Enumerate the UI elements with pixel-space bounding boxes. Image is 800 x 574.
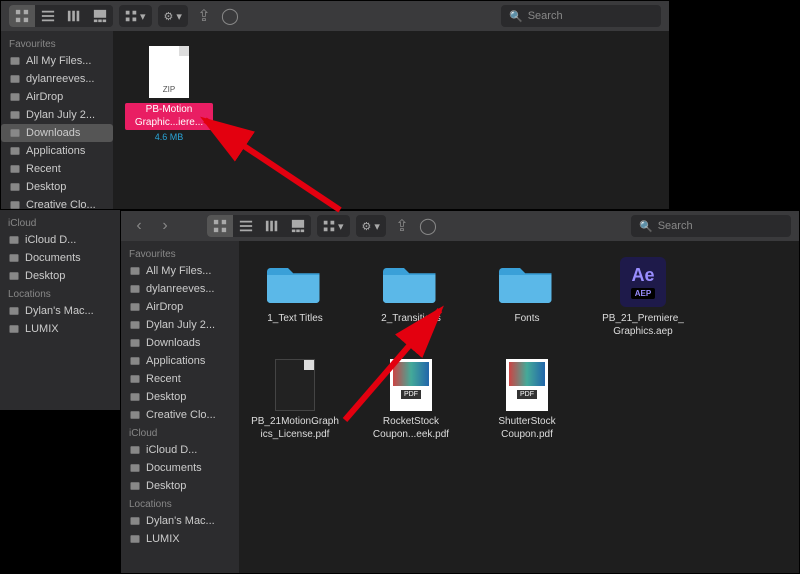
sidebar-item[interactable]: Documents [0, 249, 120, 267]
action-dropdown[interactable]: ⚙▾ [158, 5, 188, 27]
folder-item[interactable]: 1_Text Titles [251, 253, 339, 338]
list-view-button[interactable] [233, 215, 259, 237]
sidebar-item[interactable]: All My Files... [1, 52, 113, 70]
sidebar-item[interactable]: iCloud D... [121, 441, 239, 459]
sidebar-item[interactable]: LUMIX [0, 320, 120, 338]
column-view-button[interactable] [259, 215, 285, 237]
sidebar: FavouritesAll My Files...dylanreeves...A… [1, 31, 113, 209]
sidebar-item[interactable]: dylanreeves... [121, 280, 239, 298]
sidebar-item[interactable]: Desktop [0, 267, 120, 285]
sidebar-extra: iCloudiCloud D...DocumentsDesktopLocatio… [0, 210, 120, 410]
gallery-view-button[interactable] [285, 215, 311, 237]
sidebar-item[interactable]: Creative Clo... [121, 406, 239, 424]
forward-button[interactable]: › [155, 216, 175, 236]
sidebar-item[interactable]: Dylan's Mac... [0, 302, 120, 320]
file-label: 1_Text Titles [267, 313, 323, 326]
sidebar-item[interactable]: Recent [1, 160, 113, 178]
toolbar: ‹ › ▾ ⚙▾ ⇪ ◯ 🔍 Search [121, 211, 799, 241]
search-input[interactable]: 🔍 Search [501, 5, 661, 27]
sidebar-section-header: Locations [121, 495, 239, 512]
file-item[interactable]: AeAEPPB_21_Premiere_Graphics.aep [599, 253, 687, 338]
file-zip[interactable]: ZIP PB-Motion Graphic...iere... 4.6 MB [125, 43, 213, 142]
tags-button[interactable]: ◯ [418, 216, 438, 236]
sidebar-item[interactable]: Applications [1, 142, 113, 160]
file-label: ShutterStock Coupon.pdf [483, 416, 571, 441]
folder-item[interactable]: Fonts [483, 253, 571, 338]
sidebar-item[interactable]: LUMIX [121, 530, 239, 548]
finder-window-2: ‹ › ▾ ⚙▾ ⇪ ◯ 🔍 Search FavouritesAll My F… [120, 210, 800, 574]
sidebar: FavouritesAll My Files...dylanreeves...A… [121, 241, 239, 573]
gear-icon: ⚙ [362, 220, 372, 233]
sidebar-item[interactable]: AirDrop [1, 88, 113, 106]
sidebar-item[interactable]: Recent [121, 370, 239, 388]
sidebar-item[interactable]: Creative Clo... [1, 196, 113, 209]
share-button[interactable]: ⇪ [392, 216, 412, 236]
gear-icon: ⚙ [164, 10, 174, 23]
sidebar-item[interactable]: Desktop [1, 178, 113, 196]
sidebar-item[interactable]: Desktop [121, 388, 239, 406]
icon-view-button[interactable] [207, 215, 233, 237]
gallery-view-button[interactable] [87, 5, 113, 27]
search-icon: 🔍 [639, 220, 653, 233]
action-dropdown[interactable]: ⚙▾ [356, 215, 386, 237]
sidebar-item[interactable]: dylanreeves... [1, 70, 113, 88]
group-dropdown[interactable]: ▾ [119, 5, 152, 27]
finder-window-1: ▾ ⚙▾ ⇪ ◯ 🔍 Search FavouritesAll My Files… [0, 0, 670, 210]
list-view-button[interactable] [35, 5, 61, 27]
content-area: ZIP PB-Motion Graphic...iere... 4.6 MB [113, 31, 669, 209]
search-input[interactable]: 🔍 Search [631, 215, 791, 237]
tags-button[interactable]: ◯ [220, 6, 240, 26]
sidebar-section-header: Favourites [1, 35, 113, 52]
view-mode-segment[interactable] [207, 215, 311, 237]
sidebar-item[interactable]: iCloud D... [0, 231, 120, 249]
file-item[interactable]: PDFShutterStock Coupon.pdf [483, 356, 571, 441]
sidebar-section-header: iCloud [121, 424, 239, 441]
file-label: PB_21MotionGraphics_License.pdf [251, 416, 339, 441]
sidebar-item[interactable]: Dylan July 2... [121, 316, 239, 334]
group-dropdown[interactable]: ▾ [317, 215, 350, 237]
sidebar-section-header: Favourites [121, 245, 239, 262]
column-view-button[interactable] [61, 5, 87, 27]
sidebar-item[interactable]: Dylan July 2... [1, 106, 113, 124]
file-label: Fonts [514, 313, 539, 326]
file-item[interactable]: PB_21MotionGraphics_License.pdf [251, 356, 339, 441]
file-label: PB_21_Premiere_Graphics.aep [599, 313, 687, 338]
folder-item[interactable]: 2_Transitions [367, 253, 455, 338]
search-icon: 🔍 [509, 10, 523, 23]
toolbar: ▾ ⚙▾ ⇪ ◯ 🔍 Search [1, 1, 669, 31]
sidebar-item[interactable]: AirDrop [121, 298, 239, 316]
file-item[interactable]: PDFRocketStock Coupon...eek.pdf [367, 356, 455, 441]
file-label: 2_Transitions [381, 313, 441, 326]
sidebar-section-header: Locations [0, 285, 120, 302]
file-size: 4.6 MB [155, 132, 184, 142]
sidebar-section-header: iCloud [0, 214, 120, 231]
sidebar-item[interactable]: Downloads [121, 334, 239, 352]
sidebar-item[interactable]: Documents [121, 459, 239, 477]
content-area: 1_Text Titles 2_Transitions Fonts AeAEPPB_2… [239, 241, 799, 573]
sidebar-item[interactable]: Desktop [121, 477, 239, 495]
sidebar-item[interactable]: Applications [121, 352, 239, 370]
sidebar-item[interactable]: Dylan's Mac... [121, 512, 239, 530]
view-mode-segment[interactable] [9, 5, 113, 27]
sidebar-item[interactable]: All My Files... [121, 262, 239, 280]
sidebar-item[interactable]: Downloads [1, 124, 113, 142]
share-button[interactable]: ⇪ [194, 6, 214, 26]
file-label: PB-Motion Graphic...iere... [125, 103, 213, 130]
file-label: RocketStock Coupon...eek.pdf [367, 416, 455, 441]
back-button[interactable]: ‹ [129, 216, 149, 236]
icon-view-button[interactable] [9, 5, 35, 27]
